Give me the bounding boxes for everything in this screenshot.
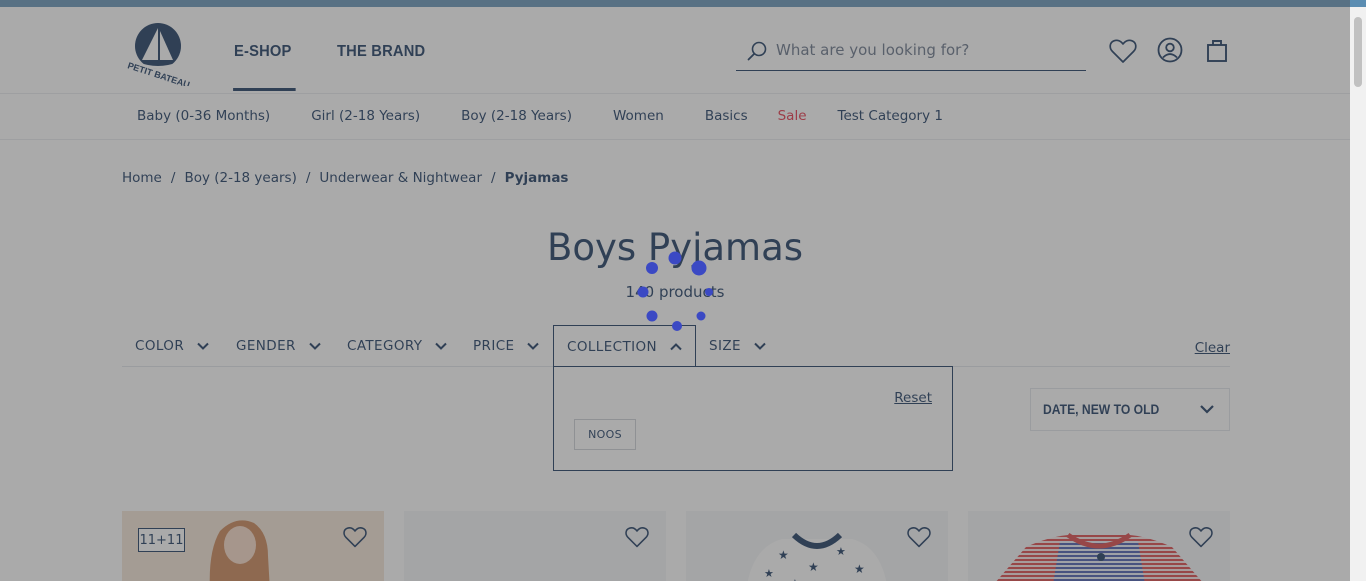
loading-spinner-icon [637, 251, 713, 331]
scrollbar-thumb[interactable] [1354, 17, 1362, 87]
page-scrollbar[interactable] [1350, 7, 1366, 581]
